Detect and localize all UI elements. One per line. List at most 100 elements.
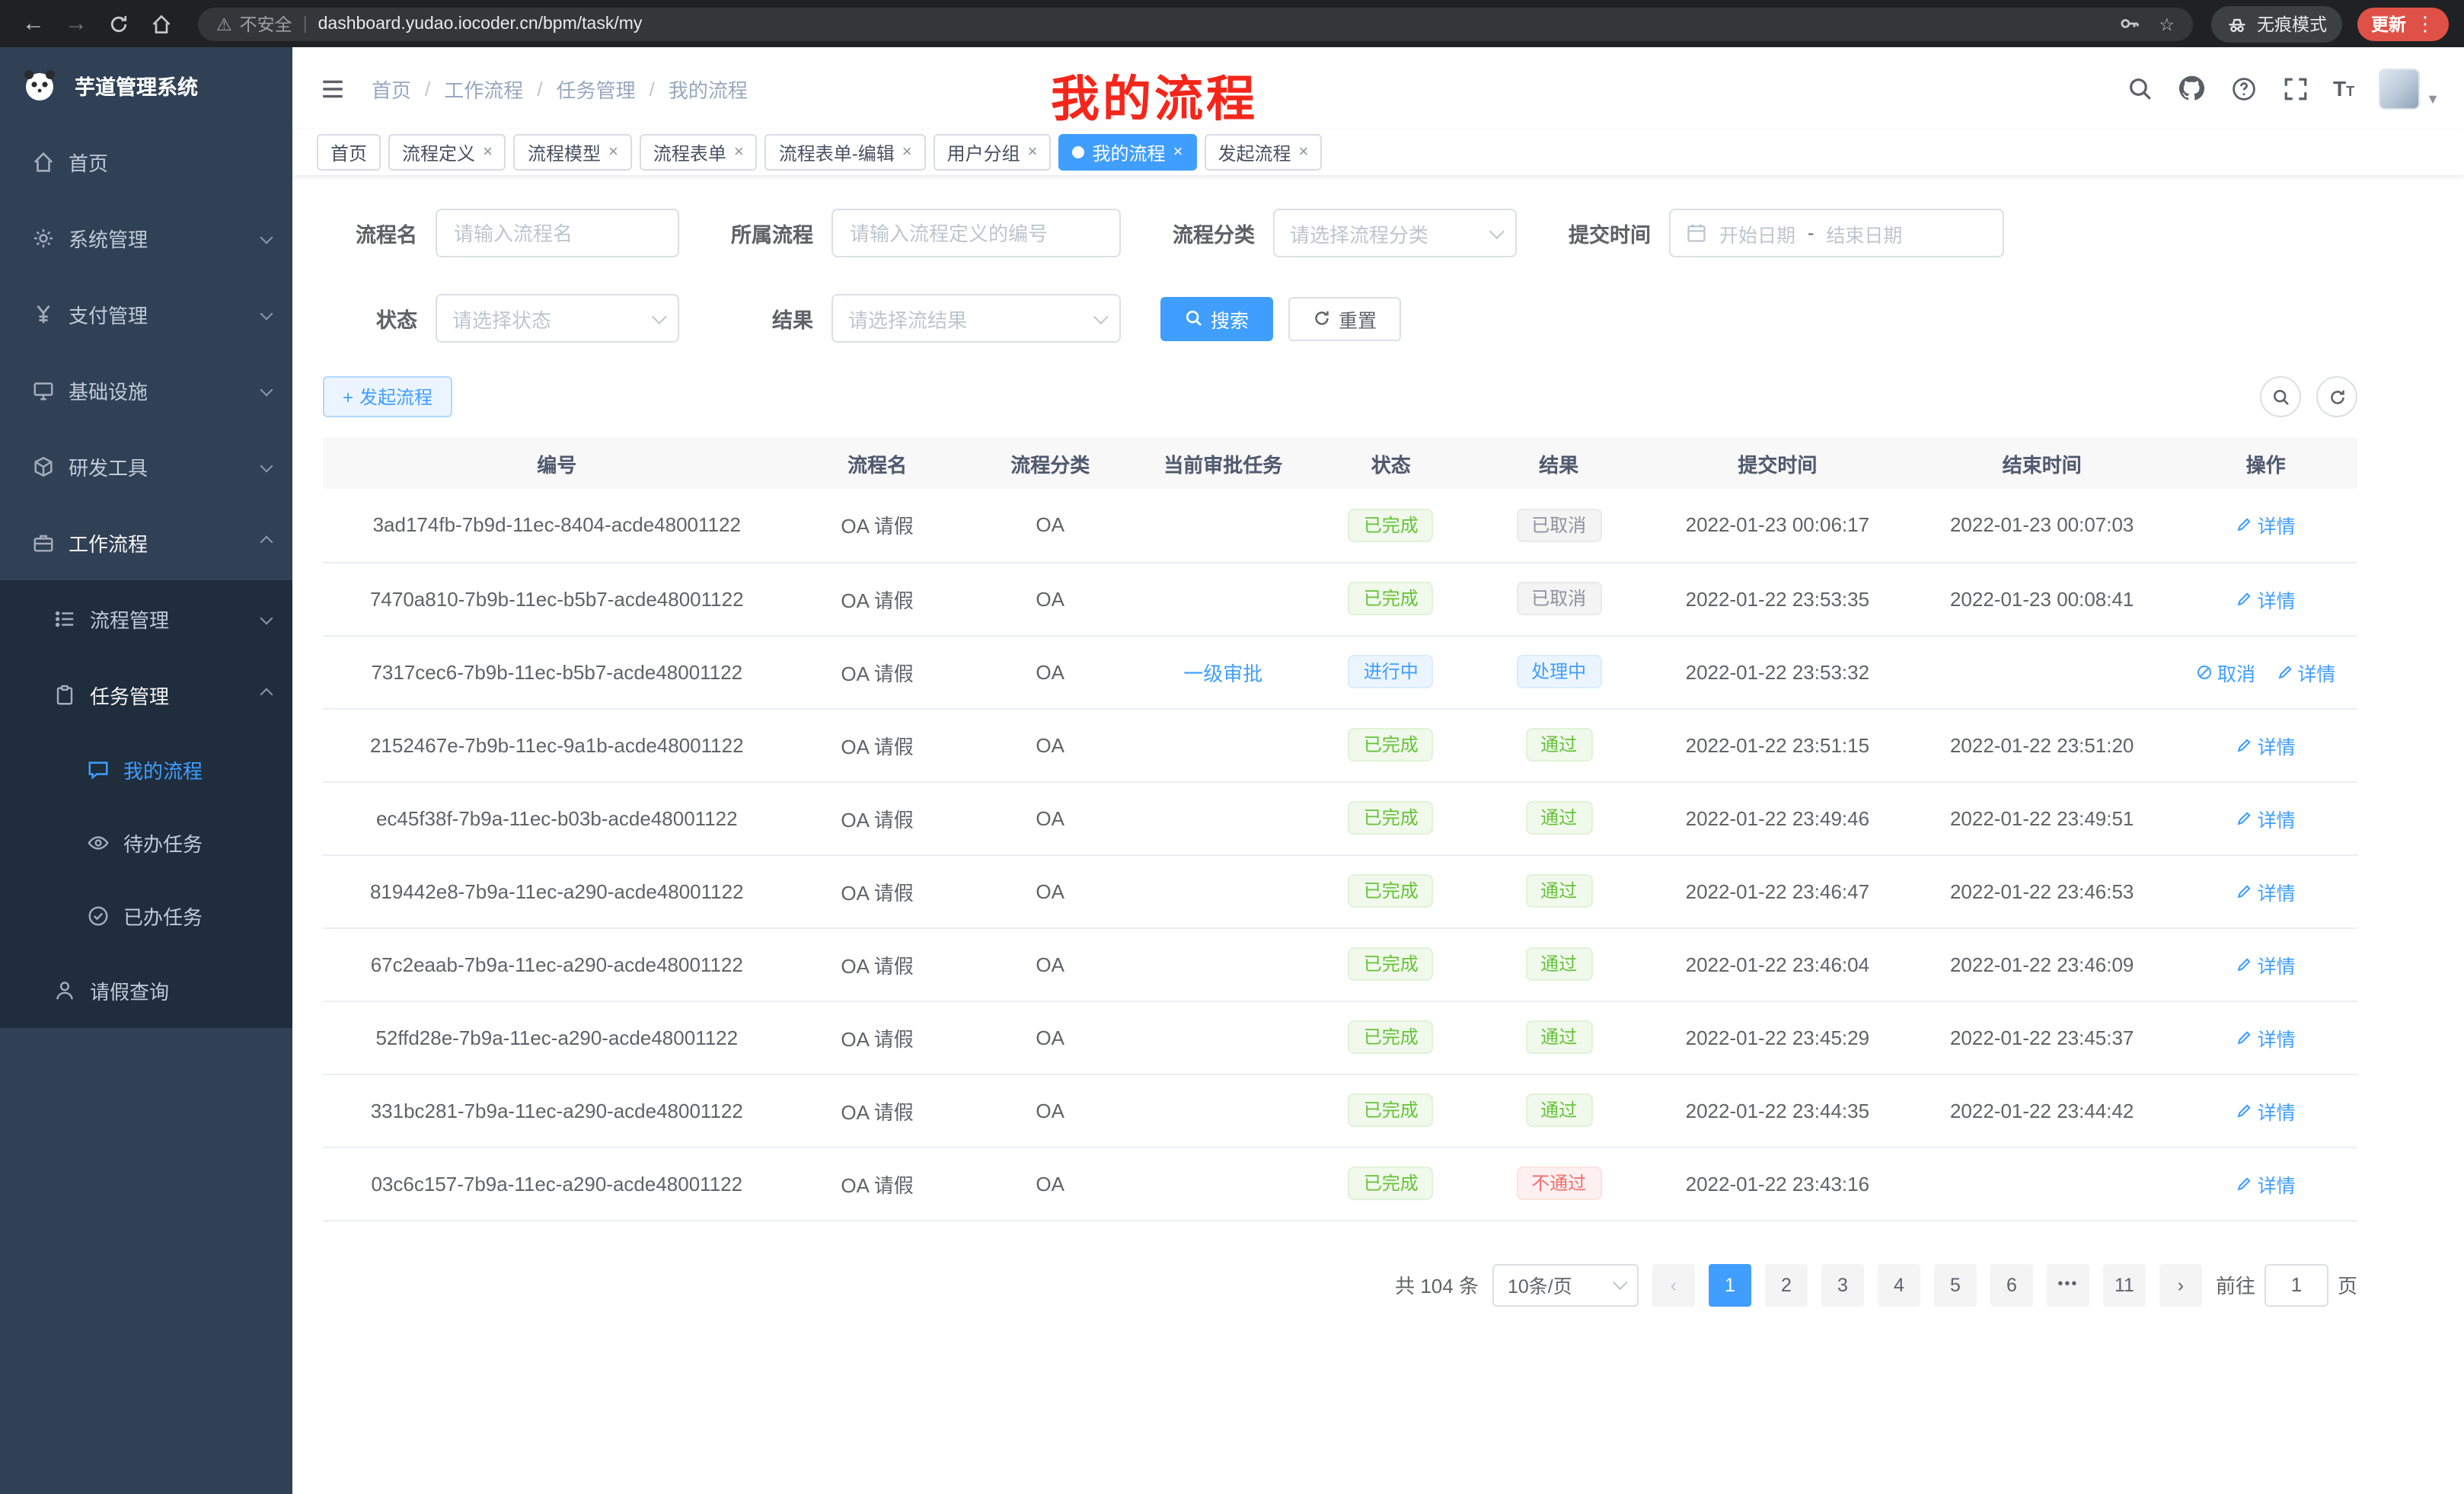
incognito-badge[interactable]: 无痕模式 [2211, 5, 2342, 42]
tab-close-icon[interactable]: × [1173, 143, 1183, 161]
page-content: 流程名 所属流程 流程分类 请选择流程分类 提交时间 [292, 175, 2388, 1367]
breadcrumb-home[interactable]: 首页 [372, 74, 411, 103]
reload-icon[interactable] [101, 5, 137, 42]
detail-link[interactable]: 详情 [2236, 1023, 2296, 1052]
font-size-icon[interactable]: TT [2333, 76, 2354, 101]
detail-link[interactable]: 详情 [2236, 584, 2296, 613]
page-size-select[interactable]: 10条/页 [1492, 1263, 1639, 1306]
tab-my-process[interactable]: 我的流程× [1059, 134, 1197, 171]
sidebar-item-label: 首页 [69, 147, 108, 176]
tab-initiate-process[interactable]: 发起流程× [1204, 134, 1322, 171]
page-button-3[interactable]: 3 [1821, 1263, 1864, 1306]
sidebar-item-process-management[interactable]: 流程管理 [0, 580, 292, 656]
sidebar-item-system[interactable]: 系统管理 [0, 200, 292, 276]
cancel-link[interactable]: 取消 [2196, 657, 2255, 686]
tab-close-icon[interactable]: × [902, 143, 912, 161]
tab-close-icon[interactable]: × [1028, 143, 1038, 161]
sidebar-item-devtools[interactable]: 研发工具 [0, 428, 292, 504]
process-definition-input[interactable] [831, 209, 1121, 257]
breadcrumb-separator: / [425, 77, 430, 100]
bookmark-star-icon[interactable]: ☆ [2159, 13, 2175, 34]
sidebar-item-infrastructure[interactable]: 基础设施 [0, 352, 292, 428]
sidebar-item-todo-tasks[interactable]: 待办任务 [0, 806, 292, 879]
tab-process-definition[interactable]: 流程定义× [388, 134, 506, 171]
row-id: 331bc281-7b9a-11ec-a290-acde48001122 [371, 1099, 743, 1122]
current-task-link[interactable]: 一级审批 [1183, 657, 1262, 686]
submit-time-range-picker[interactable]: 开始日期 - 结束日期 [1669, 209, 2004, 257]
tab-process-model[interactable]: 流程模型× [514, 134, 632, 171]
process-name-input[interactable] [436, 209, 679, 257]
hamburger-icon[interactable] [317, 73, 347, 104]
tab-close-icon[interactable]: × [608, 143, 618, 161]
page-button-6[interactable]: 6 [1990, 1263, 2033, 1306]
fullscreen-icon[interactable] [2281, 75, 2309, 102]
sidebar-item-task-management[interactable]: 任务管理 [0, 656, 292, 733]
status-select[interactable]: 请选择状态 [436, 294, 679, 343]
breadcrumb-task-management[interactable]: 任务管理 [557, 74, 636, 103]
more-pages-button[interactable]: ••• [2047, 1263, 2089, 1306]
breadcrumb-workflow[interactable]: 工作流程 [444, 74, 523, 103]
refresh-table-button[interactable] [2316, 376, 2357, 417]
detail-link[interactable]: 详情 [2236, 1169, 2296, 1198]
search-icon[interactable] [2126, 75, 2153, 102]
detail-link[interactable]: 详情 [2236, 950, 2296, 978]
user-menu[interactable]: ▼ [2379, 68, 2440, 109]
tab-user-group[interactable]: 用户分组× [934, 134, 1052, 171]
page-button-last[interactable]: 11 [2103, 1263, 2146, 1306]
page-button-1[interactable]: 1 [1709, 1263, 1751, 1306]
reset-button[interactable]: 重置 [1288, 296, 1401, 340]
prev-page-button[interactable]: ‹ [1652, 1263, 1695, 1306]
result-select[interactable]: 请选择流结果 [831, 294, 1121, 343]
forward-icon[interactable]: → [58, 5, 94, 42]
tags-view-bar: 首页 流程定义× 流程模型× 流程表单× 流程表单-编辑× 用户分组× 我的流程… [292, 129, 2464, 175]
sidebar-item-label: 已办任务 [123, 901, 203, 930]
password-key-icon[interactable] [2118, 12, 2140, 35]
detail-link[interactable]: 详情 [2236, 876, 2296, 905]
tab-home[interactable]: 首页 [317, 134, 381, 171]
back-icon[interactable]: ← [15, 5, 52, 42]
tab-close-icon[interactable]: × [483, 143, 493, 161]
goto-label: 前往 [2216, 1270, 2255, 1299]
detail-link[interactable]: 详情 [2236, 511, 2296, 540]
sidebar-item-leave-query[interactable]: 请假查询 [0, 952, 292, 1028]
detail-link[interactable]: 详情 [2236, 730, 2296, 759]
sidebar-item-label: 基础设施 [69, 375, 148, 404]
app-logo[interactable]: 芋道管理系统 [0, 47, 292, 123]
toggle-search-button[interactable] [2260, 376, 2301, 417]
process-category-select[interactable]: 请选择流程分类 [1273, 209, 1517, 257]
github-icon[interactable] [2178, 75, 2205, 102]
sidebar-item-my-process[interactable]: 我的流程 [0, 733, 292, 806]
sidebar-item-workflow[interactable]: 工作流程 [0, 504, 292, 580]
sidebar-item-payment[interactable]: 支付管理 [0, 276, 292, 352]
detail-link[interactable]: 详情 [2236, 803, 2296, 832]
edit-icon [2236, 809, 2253, 826]
initiate-process-button[interactable]: + 发起流程 [323, 376, 452, 417]
browser-home-icon[interactable] [143, 5, 180, 42]
tab-close-icon[interactable]: × [1298, 143, 1308, 161]
row-submit-time: 2022-01-22 23:51:15 [1686, 733, 1869, 756]
list-icon [52, 606, 76, 630]
edit-icon [2236, 736, 2253, 753]
tab-process-form[interactable]: 流程表单× [640, 134, 758, 171]
page-button-5[interactable]: 5 [1934, 1263, 1977, 1306]
help-icon[interactable] [2229, 75, 2257, 102]
address-bar[interactable]: ⚠ 不安全 | dashboard.yudao.iocoder.cn/bpm/t… [198, 7, 2193, 40]
sidebar-item-home[interactable]: 首页 [0, 123, 292, 200]
row-submit-time: 2022-01-22 23:53:35 [1686, 587, 1869, 610]
next-page-button[interactable]: › [2159, 1263, 2202, 1306]
tab-process-form-edit[interactable]: 流程表单-编辑× [765, 134, 926, 171]
sidebar-item-done-tasks[interactable]: 已办任务 [0, 879, 292, 952]
goto-page-input[interactable] [2265, 1263, 2328, 1306]
detail-link[interactable]: 详情 [2236, 1096, 2296, 1125]
row-category: OA [1036, 879, 1064, 902]
row-id: 67c2eaab-7b9a-11ec-a290-acde48001122 [371, 953, 743, 975]
detail-link[interactable]: 详情 [2276, 657, 2335, 686]
edit-icon [2236, 1175, 2253, 1192]
tab-close-icon[interactable]: × [734, 143, 744, 161]
page-button-2[interactable]: 2 [1765, 1263, 1808, 1306]
update-button[interactable]: 更新 ⋮ [2357, 7, 2449, 40]
search-button[interactable]: 搜索 [1160, 296, 1273, 340]
result-badge: 不通过 [1516, 1167, 1601, 1200]
page-button-4[interactable]: 4 [1878, 1263, 1920, 1306]
breadcrumb-separator: / [537, 77, 542, 100]
